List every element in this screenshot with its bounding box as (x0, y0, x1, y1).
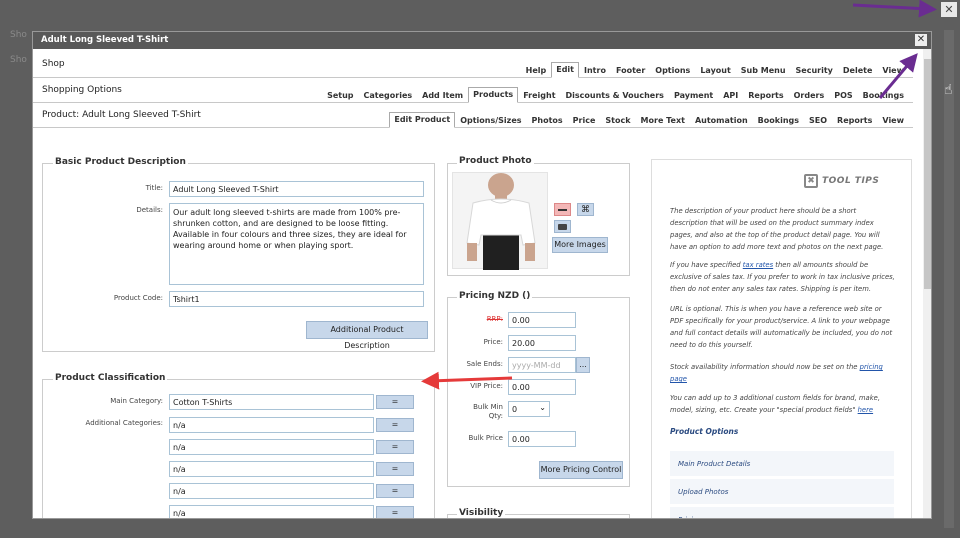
arrow-to-outer-close (852, 0, 937, 18)
annotation-arrows (421, 0, 937, 390)
arrow-to-main-category (421, 371, 513, 390)
arrow-to-dialog-close (878, 53, 918, 99)
